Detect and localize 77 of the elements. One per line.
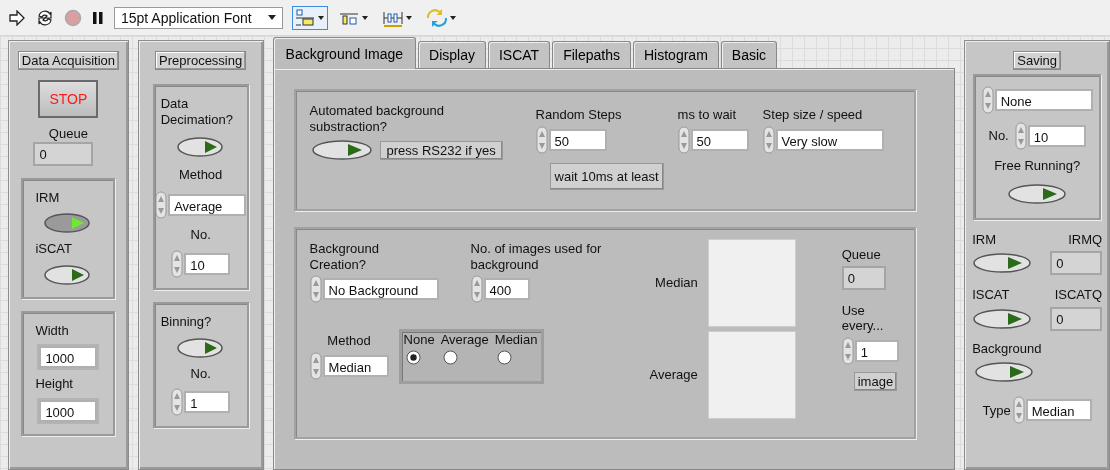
toggle-label: iSCAT xyxy=(35,241,72,257)
numeric-field[interactable]: 1 xyxy=(854,339,899,362)
field-label: Width xyxy=(35,322,69,339)
unit-label: image xyxy=(853,371,898,391)
radio-button[interactable] xyxy=(405,349,421,365)
radio-button[interactable] xyxy=(442,349,458,365)
field-label: No. of images used for background xyxy=(470,241,603,273)
numeric-field[interactable]: 50 xyxy=(690,128,749,151)
field-label: No. xyxy=(988,128,1009,144)
indicator-field: 0 xyxy=(1050,251,1103,276)
ring-field[interactable]: Median xyxy=(1025,399,1092,422)
numeric-field[interactable]: 400 xyxy=(483,278,530,301)
toggle-label: Free Running? xyxy=(994,158,1081,174)
numeric-field[interactable]: 1 xyxy=(184,390,231,413)
tab[interactable]: Basic xyxy=(720,41,778,68)
queue-label: ISCATQ xyxy=(1054,287,1103,303)
field-label: No. xyxy=(190,365,211,382)
numeric-field[interactable]: 10 xyxy=(1027,125,1086,147)
radio-label: None xyxy=(403,332,435,348)
queue-label: Queue xyxy=(48,126,88,142)
queue-label: IRMQ xyxy=(1068,231,1103,248)
tab[interactable]: Histogram xyxy=(633,41,719,68)
ring-field[interactable]: None xyxy=(994,89,1093,111)
field-label: ms to wait xyxy=(677,107,737,123)
numeric-field[interactable]: 50 xyxy=(548,128,607,151)
radio-button[interactable] xyxy=(496,349,512,365)
ring-field[interactable]: Average xyxy=(168,193,247,216)
toggle-label: Binning? xyxy=(160,314,212,330)
ring-field[interactable]: Very slow xyxy=(775,128,884,151)
run-arrow-icon[interactable] xyxy=(8,9,26,26)
toggle-label: Automated background substraction? xyxy=(309,103,445,135)
align-tool-icon[interactable] xyxy=(292,6,327,29)
font-dropdown[interactable]: 15pt Application Font xyxy=(114,6,283,29)
tab[interactable]: Filepaths xyxy=(552,41,631,68)
radio-label: Median xyxy=(494,332,538,348)
numeric-field[interactable]: 1000 xyxy=(39,399,98,422)
reorder-tool-icon[interactable] xyxy=(424,6,459,29)
toggle-switch[interactable] xyxy=(175,335,226,360)
tab[interactable]: Background Image xyxy=(272,37,417,69)
field-label: Background Creation? xyxy=(309,241,380,273)
spin-buttons[interactable] xyxy=(155,190,168,219)
field-label: Step size / speed xyxy=(762,107,863,123)
toggle-switch[interactable] xyxy=(175,135,226,160)
note-label: press RS232 if yes xyxy=(379,140,503,160)
toggle-label: IRM xyxy=(972,231,996,248)
radio-label: Average xyxy=(440,332,489,348)
numeric-field[interactable]: 1000 xyxy=(39,346,98,369)
ring-field[interactable]: No Background xyxy=(322,278,439,301)
indicator-field: 0 xyxy=(841,265,886,290)
panel-title: Saving xyxy=(1013,51,1061,70)
toggle-label: ISCAT xyxy=(972,287,1010,303)
pause-icon[interactable] xyxy=(92,10,104,25)
panel-title: Preprocessing xyxy=(155,51,247,70)
field-label: No. xyxy=(190,226,211,243)
caret-icon[interactable] xyxy=(267,15,276,20)
display-label: Average xyxy=(649,367,698,383)
ring-field[interactable]: Median xyxy=(322,354,389,377)
panel-title: Data Acquisition xyxy=(17,51,119,70)
indicator-field: 0 xyxy=(1050,306,1103,331)
field-label: Height xyxy=(35,376,73,392)
tab[interactable]: ISCAT xyxy=(488,41,551,68)
tab[interactable]: Display xyxy=(418,41,486,68)
field-label: Type xyxy=(982,402,1011,419)
toggle-switch[interactable] xyxy=(309,138,374,163)
field-label: Random Steps xyxy=(535,107,622,123)
toggle-label: IRM xyxy=(35,189,60,206)
display-label: Median xyxy=(655,275,698,291)
numeric-field[interactable]: 10 xyxy=(184,253,231,276)
field-label: Method xyxy=(178,167,223,183)
field-label: Use every... xyxy=(841,302,885,334)
queue-label: Queue xyxy=(841,247,881,263)
indicator-field: 0 xyxy=(33,141,94,166)
toggle-label: Data Decimation? xyxy=(160,96,234,128)
run-continuously-icon[interactable] xyxy=(36,8,54,27)
note-label: wait 10ms at least xyxy=(549,162,664,190)
toggle-label: Background xyxy=(972,340,1042,357)
field-label: Method xyxy=(327,333,371,349)
